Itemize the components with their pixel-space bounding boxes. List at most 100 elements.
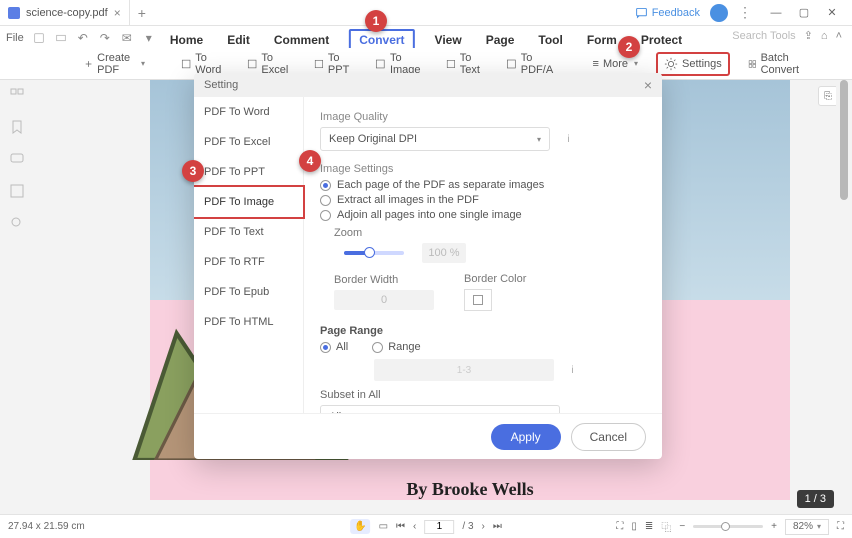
share-icon[interactable]: ⇪: [804, 29, 813, 42]
annotation-badge-4: 4: [299, 150, 321, 172]
sidebar-item-pdf-to-excel[interactable]: PDF To Excel: [194, 127, 303, 157]
border-color-picker[interactable]: [464, 289, 492, 311]
image-quality-dropdown[interactable]: Keep Original DPI ▾: [320, 127, 550, 151]
document-tab[interactable]: science-copy.pdf ×: [0, 0, 130, 26]
subset-label: Subset in All: [320, 389, 646, 401]
batch-icon: [748, 57, 757, 71]
save-icon[interactable]: [32, 31, 46, 45]
modal-sidebar: PDF To Word PDF To Excel PDF To PPT PDF …: [194, 97, 304, 413]
maximize-button[interactable]: ▢: [790, 2, 818, 24]
two-page-icon[interactable]: ⿻: [661, 519, 671, 534]
zoom-value-input[interactable]: [422, 243, 466, 263]
attachments-icon[interactable]: [8, 182, 26, 200]
print-icon[interactable]: [54, 31, 68, 45]
status-bar: 27.94 x 21.59 cm ✋ ▭ ⏮ ‹ / 3 › ⏭ ⛶ ▯ ≣ ⿻…: [0, 514, 852, 538]
minimize-button[interactable]: —: [762, 2, 790, 24]
zoom-slider-thumb[interactable]: [721, 522, 730, 531]
range-input: 1-3: [374, 359, 554, 381]
zoom-level[interactable]: 82%▾: [785, 519, 829, 535]
cloud-icon[interactable]: ⌂: [821, 30, 828, 42]
border-width-input[interactable]: [334, 290, 434, 310]
user-avatar[interactable]: [710, 4, 728, 22]
single-page-icon[interactable]: ▯: [631, 521, 637, 532]
bookmark-icon[interactable]: [8, 118, 26, 136]
first-page-icon[interactable]: ⏮: [396, 521, 405, 532]
radio-extract-images[interactable]: [320, 195, 331, 206]
hand-tool-icon[interactable]: ✋: [350, 519, 370, 534]
vertical-scrollbar[interactable]: [840, 80, 848, 460]
menu-page[interactable]: Page: [482, 31, 519, 49]
info-icon[interactable]: i: [562, 133, 575, 146]
plus-icon: [84, 57, 93, 71]
document-byline: By Brooke Wells: [150, 473, 790, 506]
zoom-out-icon[interactable]: −: [679, 521, 685, 532]
thumbnails-icon[interactable]: [8, 86, 26, 104]
zoom-slider-thumb[interactable]: [364, 247, 375, 258]
file-menu[interactable]: File: [6, 32, 24, 44]
sidebar-item-pdf-to-word[interactable]: PDF To Word: [194, 97, 303, 127]
next-page-icon[interactable]: ›: [482, 521, 485, 532]
zoom-slider[interactable]: [344, 251, 404, 255]
image-icon: [375, 57, 386, 71]
sidebar-item-pdf-to-text[interactable]: PDF To Text: [194, 217, 303, 247]
close-tab-icon[interactable]: ×: [114, 6, 121, 20]
cancel-button[interactable]: Cancel: [571, 423, 646, 451]
last-page-icon[interactable]: ⏭: [493, 521, 502, 532]
more-button[interactable]: ≡More▾: [589, 55, 643, 73]
undo-icon[interactable]: ↶: [76, 31, 90, 45]
zoom-slider[interactable]: [693, 525, 763, 528]
redo-icon[interactable]: ↷: [98, 31, 112, 45]
modal-close-icon[interactable]: ×: [644, 77, 652, 93]
apply-button[interactable]: Apply: [491, 424, 561, 450]
feedback-link[interactable]: Feedback: [635, 6, 700, 19]
comments-icon[interactable]: [8, 150, 26, 168]
prev-page-icon[interactable]: ‹: [413, 521, 416, 532]
fullscreen-icon[interactable]: ⛶: [837, 521, 844, 532]
menu-comment[interactable]: Comment: [270, 31, 333, 49]
subset-dropdown[interactable]: All pages ▾: [320, 405, 560, 413]
email-icon[interactable]: ✉: [120, 31, 134, 45]
pdfa-icon: [506, 57, 517, 71]
close-window-button[interactable]: ✕: [818, 2, 846, 24]
continuous-icon[interactable]: ≣: [645, 521, 653, 532]
info-icon[interactable]: i: [566, 364, 579, 377]
settings-button[interactable]: Settings: [656, 52, 730, 76]
scrollbar-thumb[interactable]: [840, 80, 848, 200]
more-menu-icon[interactable]: ⋮: [738, 4, 752, 21]
zoom-in-icon[interactable]: +: [771, 521, 777, 532]
menu-form[interactable]: Form: [583, 31, 621, 49]
batch-convert-button[interactable]: Batch Convert: [744, 49, 809, 79]
menu-home[interactable]: Home: [166, 31, 207, 49]
sidebar-item-pdf-to-html[interactable]: PDF To HTML: [194, 307, 303, 337]
sidebar-item-pdf-to-ppt[interactable]: PDF To PPT: [194, 157, 303, 187]
menu-protect[interactable]: Protect: [637, 31, 686, 49]
text-icon: [446, 57, 456, 71]
page-number-input[interactable]: [424, 520, 454, 534]
border-width-label: Border Width: [334, 274, 434, 286]
search-input[interactable]: Search Tools: [732, 30, 795, 42]
dropdown-icon[interactable]: ▾: [142, 31, 156, 45]
fit-page-icon[interactable]: ⛶: [616, 521, 623, 532]
create-pdf-button[interactable]: Create PDF▾: [80, 49, 149, 79]
floating-tool-icon[interactable]: ⎘: [818, 86, 836, 106]
radio-adjoin-pages[interactable]: [320, 210, 331, 221]
collapse-icon[interactable]: ˄: [836, 30, 842, 42]
sidebar-item-pdf-to-image[interactable]: PDF To Image: [194, 187, 303, 217]
menu-tool[interactable]: Tool: [534, 31, 566, 49]
word-icon: [181, 57, 191, 71]
menu-edit[interactable]: Edit: [223, 31, 254, 49]
image-quality-label: Image Quality: [320, 111, 646, 123]
radio-page-range[interactable]: [372, 342, 383, 353]
border-color-label: Border Color: [464, 273, 526, 285]
chevron-down-icon: ▾: [537, 135, 541, 144]
menu-view[interactable]: View: [431, 31, 466, 49]
radio-all-pages[interactable]: [320, 342, 331, 353]
modal-title: Setting: [204, 79, 238, 91]
sidebar-item-pdf-to-rtf[interactable]: PDF To RTF: [194, 247, 303, 277]
search-panel-icon[interactable]: [8, 214, 26, 232]
select-tool-icon[interactable]: ▭: [379, 521, 388, 532]
modal-main: Image Quality Keep Original DPI ▾ i Imag…: [304, 97, 662, 413]
radio-each-page[interactable]: [320, 180, 331, 191]
new-tab-button[interactable]: +: [130, 5, 154, 21]
sidebar-item-pdf-to-epub[interactable]: PDF To Epub: [194, 277, 303, 307]
